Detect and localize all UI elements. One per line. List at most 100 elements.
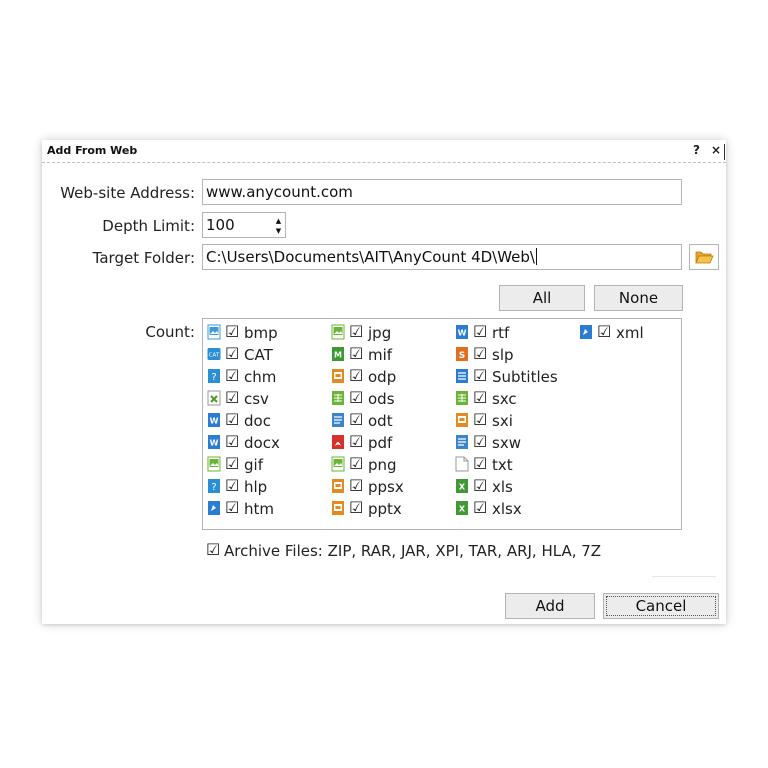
- text-file-icon: [456, 435, 468, 449]
- checkbox-checked-icon[interactable]: ☑: [225, 365, 239, 387]
- checkbox-checked-icon[interactable]: ☑: [349, 497, 363, 519]
- checkbox-checked-icon[interactable]: ☑: [349, 431, 363, 453]
- image-file-icon: [207, 456, 221, 472]
- checkbox-checked-icon[interactable]: ☑: [349, 409, 363, 431]
- svg-text:?: ?: [211, 372, 216, 383]
- file-type-label: ods: [368, 390, 395, 408]
- slides-file-icon: [332, 479, 344, 493]
- checkbox-checked-icon[interactable]: ☑: [225, 387, 239, 409]
- website-address-input[interactable]: www.anycount.com: [202, 179, 682, 205]
- excel-file-icon: X: [456, 501, 468, 515]
- help-file-icon: ?: [208, 479, 220, 493]
- spin-down-icon[interactable]: ▼: [273, 226, 284, 236]
- file-type-label: hlp: [244, 478, 268, 496]
- checkbox-checked-icon[interactable]: ☑: [473, 321, 487, 343]
- checkbox-checked-icon[interactable]: ☑: [473, 387, 487, 409]
- file-type-label: rtf: [492, 324, 510, 342]
- target-folder-input[interactable]: C:\Users\Documents\AIT\AnyCount 4D\Web\: [202, 244, 682, 270]
- file-type-label: pptx: [368, 500, 402, 518]
- slp-file-icon: S: [456, 347, 468, 361]
- archive-files-label: Archive Files: ZIP, RAR, JAR, XPI, TAR, …: [224, 542, 602, 560]
- slides-file-icon: [456, 413, 468, 427]
- select-all-button[interactable]: All: [499, 285, 585, 311]
- csv-file-icon: [207, 390, 221, 406]
- checkbox-checked-icon[interactable]: ☑: [225, 497, 239, 519]
- add-button[interactable]: Add: [505, 593, 595, 619]
- file-type-label: xml: [616, 324, 644, 342]
- file-type-label: txt: [492, 456, 513, 474]
- stage: Add From Web ? × Web-site Address: www.a…: [0, 0, 768, 768]
- svg-text:W: W: [210, 439, 219, 448]
- checkbox-checked-icon[interactable]: ☑: [473, 497, 487, 519]
- checkbox-checked-icon[interactable]: ☑: [225, 475, 239, 497]
- svg-text:M: M: [334, 351, 342, 360]
- cat-file-icon: CAT: [207, 348, 221, 360]
- mif-file-icon: M: [332, 347, 344, 361]
- checkbox-checked-icon[interactable]: ☑: [349, 387, 363, 409]
- file-type-label: chm: [244, 368, 277, 386]
- file-type-label: gif: [244, 456, 263, 474]
- file-type-label: doc: [244, 412, 271, 430]
- checkbox-checked-icon[interactable]: ☑: [225, 453, 239, 475]
- blank-file-icon: [455, 456, 469, 472]
- archive-check-icon: ☑: [206, 540, 221, 559]
- checkbox-checked-icon[interactable]: ☑: [473, 343, 487, 365]
- sheet-file-icon: [456, 391, 468, 405]
- svg-text:?: ?: [211, 482, 216, 493]
- checkbox-checked-icon[interactable]: ☑: [225, 431, 239, 453]
- browse-folder-button[interactable]: [689, 244, 719, 270]
- file-type-label: htm: [244, 500, 274, 518]
- file-type-label: pdf: [368, 434, 393, 452]
- spin-up-icon[interactable]: ▲: [273, 216, 284, 226]
- sheet-file-icon: [332, 391, 344, 405]
- svg-text:W: W: [458, 329, 467, 338]
- checkbox-checked-icon[interactable]: ☑: [349, 321, 363, 343]
- select-none-button[interactable]: None: [594, 285, 683, 311]
- checkbox-checked-icon[interactable]: ☑: [225, 321, 239, 343]
- image-file-icon: [207, 324, 221, 340]
- slides-file-icon: [332, 501, 344, 515]
- slides-file-icon: [332, 369, 344, 383]
- file-type-label: odt: [368, 412, 393, 430]
- checkbox-checked-icon[interactable]: ☑: [349, 365, 363, 387]
- svg-text:S: S: [459, 351, 465, 361]
- checkbox-checked-icon[interactable]: ☑: [473, 453, 487, 475]
- cancel-button[interactable]: Cancel: [603, 593, 719, 619]
- close-button[interactable]: ×: [711, 143, 721, 157]
- checkbox-checked-icon[interactable]: ☑: [597, 321, 611, 343]
- file-type-label: xlsx: [492, 500, 522, 518]
- checkbox-checked-icon[interactable]: ☑: [349, 453, 363, 475]
- file-type-label: png: [368, 456, 397, 474]
- depth-limit-input[interactable]: 100 ▲ ▼: [202, 212, 286, 238]
- file-type-label: ppsx: [368, 478, 404, 496]
- checkbox-checked-icon[interactable]: ☑: [473, 475, 487, 497]
- web-file-icon: [580, 325, 592, 339]
- target-folder-label: Target Folder:: [92, 249, 195, 267]
- checkbox-checked-icon[interactable]: ☑: [349, 475, 363, 497]
- svg-text:W: W: [210, 417, 219, 426]
- checkbox-checked-icon[interactable]: ☑: [225, 409, 239, 431]
- checkbox-checked-icon[interactable]: ☑: [473, 365, 487, 387]
- excel-file-icon: X: [456, 479, 468, 493]
- depth-limit-value: 100: [206, 216, 235, 234]
- help-button[interactable]: ?: [693, 143, 700, 157]
- checkbox-checked-icon[interactable]: ☑: [473, 431, 487, 453]
- checkbox-checked-icon[interactable]: ☑: [349, 343, 363, 365]
- website-address-value: www.anycount.com: [206, 183, 353, 201]
- svg-text:X: X: [459, 505, 466, 514]
- web-file-icon: [208, 501, 220, 515]
- word-file-icon: W: [208, 435, 220, 449]
- pdf-file-icon: [332, 435, 344, 449]
- image-file-icon: [331, 324, 345, 340]
- word-file-icon: W: [456, 325, 468, 339]
- file-type-label: bmp: [244, 324, 278, 342]
- count-label: Count:: [145, 323, 195, 341]
- file-type-label: odp: [368, 368, 397, 386]
- checkbox-checked-icon[interactable]: ☑: [225, 343, 239, 365]
- depth-limit-spinner: ▲ ▼: [273, 216, 284, 236]
- checkbox-checked-icon[interactable]: ☑: [473, 409, 487, 431]
- word-file-icon: W: [208, 413, 220, 427]
- text-caret: [535, 248, 537, 265]
- file-type-label: csv: [244, 390, 269, 408]
- divider: [652, 576, 716, 577]
